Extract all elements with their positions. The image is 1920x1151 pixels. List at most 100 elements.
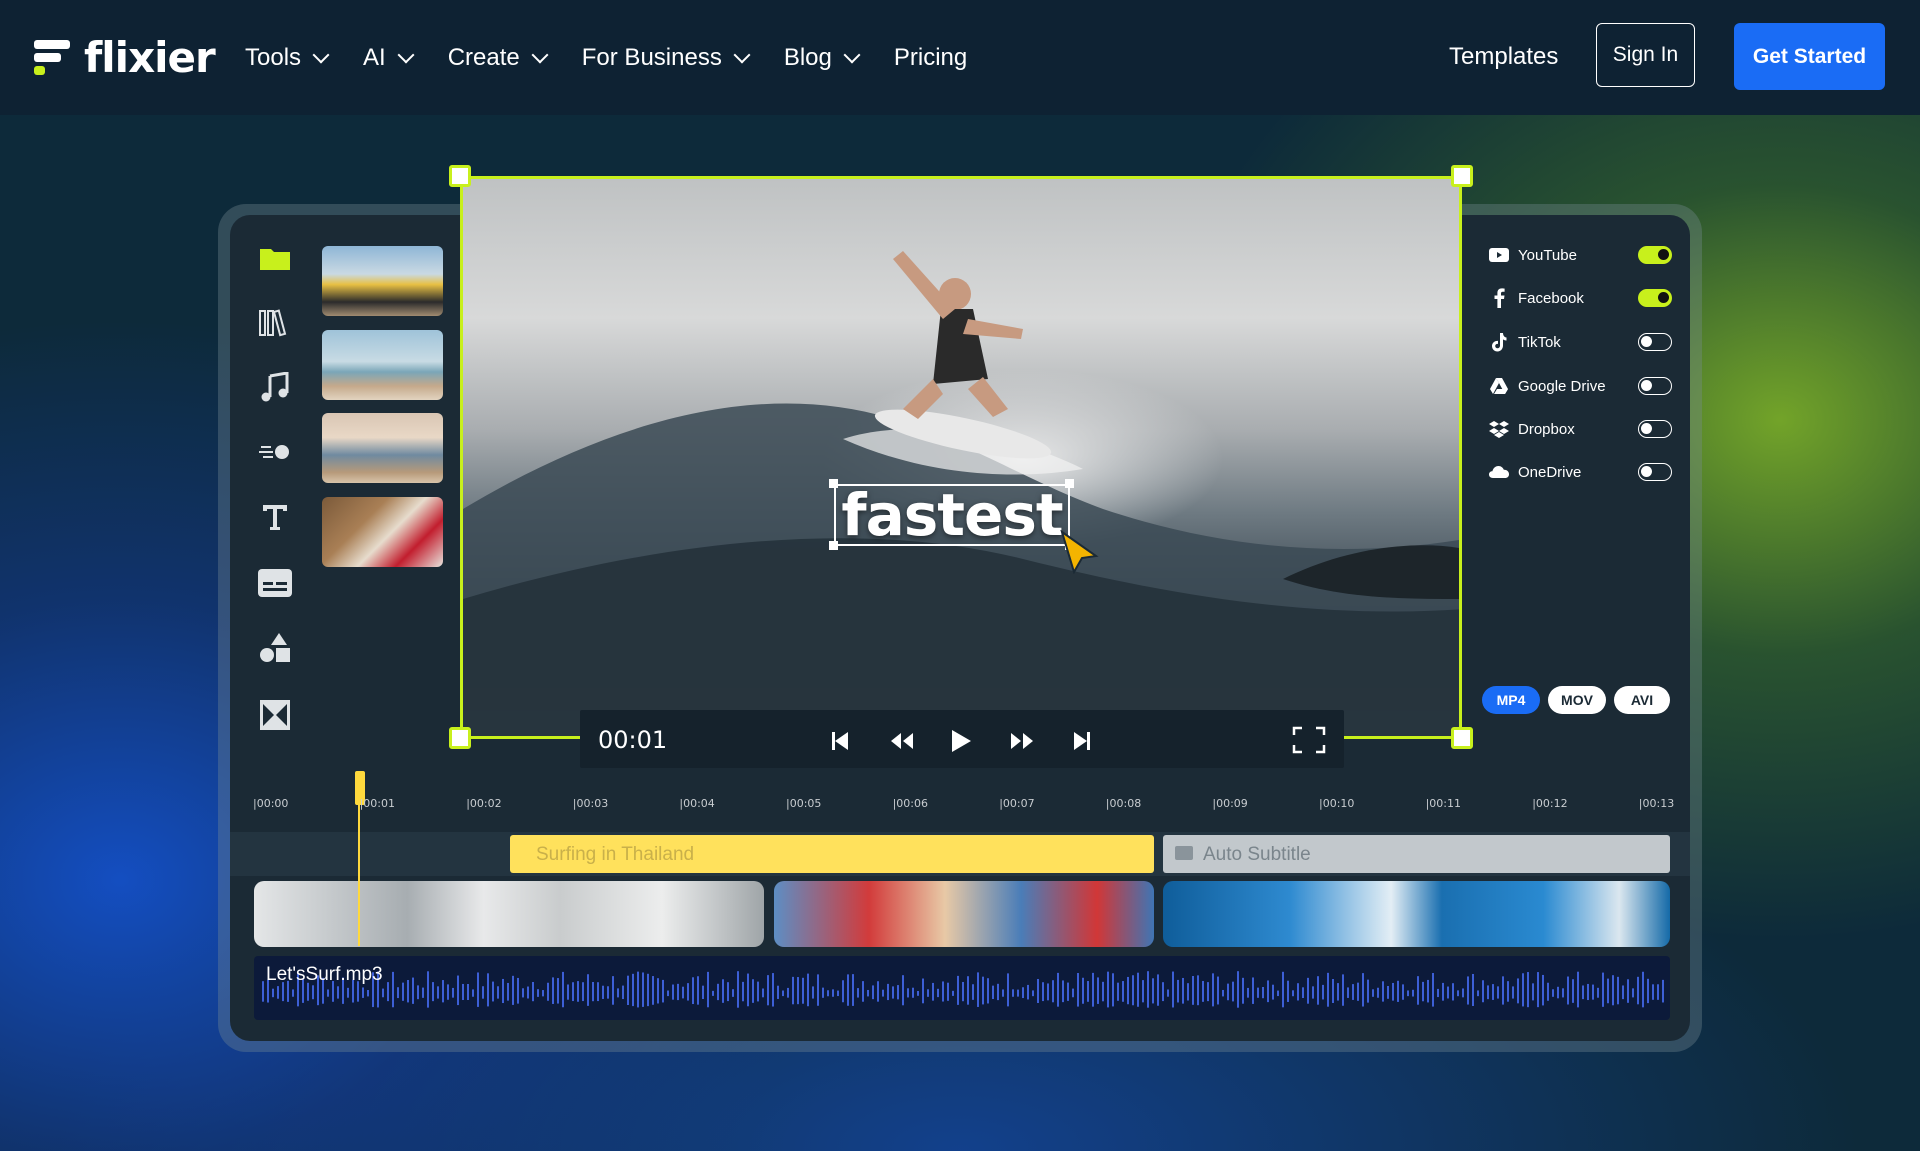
auto-subtitle-clip[interactable]: Auto Subtitle (1163, 835, 1670, 873)
share-label: Facebook (1518, 289, 1584, 307)
music-icon[interactable] (258, 370, 292, 404)
chevron-down-icon (843, 46, 861, 64)
ruler-tick: |00:03 (572, 797, 609, 810)
google-drive-icon (1488, 375, 1510, 397)
caption-text-box[interactable]: fastest (834, 481, 1070, 549)
resize-handle-bottom-right[interactable] (1451, 727, 1473, 749)
main-nav: Tools AI Create For Business Blog Pricin… (245, 38, 1003, 78)
play-icon[interactable] (950, 729, 972, 753)
surf-car-thumbnail[interactable] (322, 246, 443, 316)
red-surfboard-thumbnail[interactable] (322, 497, 443, 567)
nav-blog-label: Blog (783, 44, 832, 71)
ruler-tick: |00:08 (1105, 797, 1142, 810)
surfers-walking-thumbnail[interactable] (322, 413, 443, 483)
share-row-youtube: YouTube (1488, 240, 1672, 270)
video-preview[interactable] (460, 176, 1462, 739)
resize-handle-top-left[interactable] (449, 165, 471, 187)
video-clip-1[interactable] (254, 881, 764, 947)
library-icon[interactable] (258, 305, 292, 339)
timecode: 00:01 (598, 726, 668, 754)
skip-end-icon[interactable] (1073, 731, 1091, 751)
ruler-tick: |00:12 (1532, 797, 1568, 810)
nav-pricing[interactable]: Pricing (894, 38, 967, 78)
subtitle-clip-label: Surfing in Thailand (536, 844, 695, 865)
auto-subtitle-label: Auto Subtitle (1203, 844, 1311, 865)
flixier-logo-icon (34, 38, 72, 76)
video-clip-3[interactable] (1163, 881, 1670, 947)
subtitles-icon[interactable] (258, 566, 292, 600)
surfers-beach-thumbnail[interactable] (322, 330, 443, 400)
facebook-icon (1488, 287, 1510, 309)
youtube-icon (1488, 244, 1510, 266)
resize-handle-top-right[interactable] (1451, 165, 1473, 187)
subtitle-clip[interactable]: Surfing in Thailand (510, 835, 1154, 873)
skip-start-icon[interactable] (831, 731, 849, 751)
ruler-tick: |00:01 (359, 797, 395, 810)
audio-track[interactable]: Let'sSurf.mp3 (254, 956, 1670, 1020)
share-row-google-drive: Google Drive (1488, 371, 1672, 401)
format-avi[interactable]: AVI (1614, 686, 1670, 714)
ruler-tick: |00:07 (999, 797, 1035, 810)
nav-tools[interactable]: Tools (245, 38, 330, 78)
ruler-tick: |00:13 (1638, 797, 1675, 810)
rewind-icon[interactable] (890, 732, 914, 750)
nav-blog[interactable]: Blog (783, 38, 861, 78)
sign-in-button[interactable]: Sign In (1596, 23, 1695, 87)
logo[interactable]: flixier (34, 33, 216, 82)
caption-handle[interactable] (829, 479, 838, 488)
folder-icon[interactable] (258, 241, 292, 275)
facebook-toggle[interactable] (1638, 289, 1672, 307)
shapes-icon[interactable] (258, 631, 292, 665)
onedrive-icon (1488, 461, 1510, 483)
video-clip-2[interactable] (774, 881, 1154, 947)
caption-handle[interactable] (829, 541, 838, 550)
get-started-button[interactable]: Get Started (1734, 23, 1885, 90)
subtitles-icon (1175, 846, 1193, 860)
share-label: OneDrive (1518, 463, 1582, 481)
text-icon[interactable] (258, 500, 292, 534)
transitions-icon[interactable] (258, 698, 292, 732)
nav-for-business[interactable]: For Business (581, 38, 751, 78)
tiktok-icon (1488, 331, 1510, 353)
share-row-onedrive: OneDrive (1488, 457, 1672, 487)
ruler-tick: |00:05 (786, 797, 822, 810)
google-drive-toggle[interactable] (1638, 377, 1672, 395)
ruler-tick: |00:00 (253, 797, 289, 810)
share-label: Google Drive (1518, 377, 1606, 395)
nav-pricing-label: Pricing (893, 44, 968, 71)
tiktok-toggle[interactable] (1638, 333, 1672, 351)
chevron-down-icon (733, 46, 751, 64)
format-mp4[interactable]: MP4 (1482, 686, 1540, 714)
dropbox-toggle[interactable] (1638, 420, 1672, 438)
templates-link[interactable]: Templates (1449, 43, 1558, 71)
ruler-tick: |00:11 (1425, 797, 1461, 810)
share-label: YouTube (1518, 246, 1577, 264)
audio-file-label: Let'sSurf.mp3 (266, 964, 383, 985)
nav-ai[interactable]: AI (363, 38, 415, 78)
resize-handle-bottom-left[interactable] (449, 727, 471, 749)
caption-handle[interactable] (1065, 479, 1074, 488)
brand-name: flixier (84, 32, 216, 82)
share-label: TikTok (1518, 333, 1561, 351)
chevron-down-icon (312, 46, 330, 64)
surfer-scene (463, 251, 1459, 736)
format-mov[interactable]: MOV (1548, 686, 1606, 714)
fullscreen-icon[interactable] (1292, 726, 1326, 754)
ruler-tick: |00:02 (466, 797, 502, 810)
fast-forward-icon[interactable] (1010, 732, 1034, 750)
nav-create-label: Create (447, 44, 520, 71)
nav-for-business-label: For Business (581, 44, 722, 71)
motion-icon[interactable] (258, 435, 292, 469)
ruler-tick: |00:04 (679, 797, 715, 810)
cursor-icon (1060, 530, 1099, 574)
chevron-down-icon (531, 46, 549, 64)
nav-tools-label: Tools (245, 44, 302, 71)
caption-text: fastest (841, 481, 1063, 549)
youtube-toggle[interactable] (1638, 246, 1672, 264)
audio-waveform (262, 971, 1664, 1008)
onedrive-toggle[interactable] (1638, 463, 1672, 481)
ruler-tick: |00:09 (1212, 797, 1248, 810)
share-row-tiktok: TikTok (1488, 327, 1672, 357)
nav-create[interactable]: Create (447, 38, 549, 78)
share-row-dropbox: Dropbox (1488, 414, 1672, 444)
